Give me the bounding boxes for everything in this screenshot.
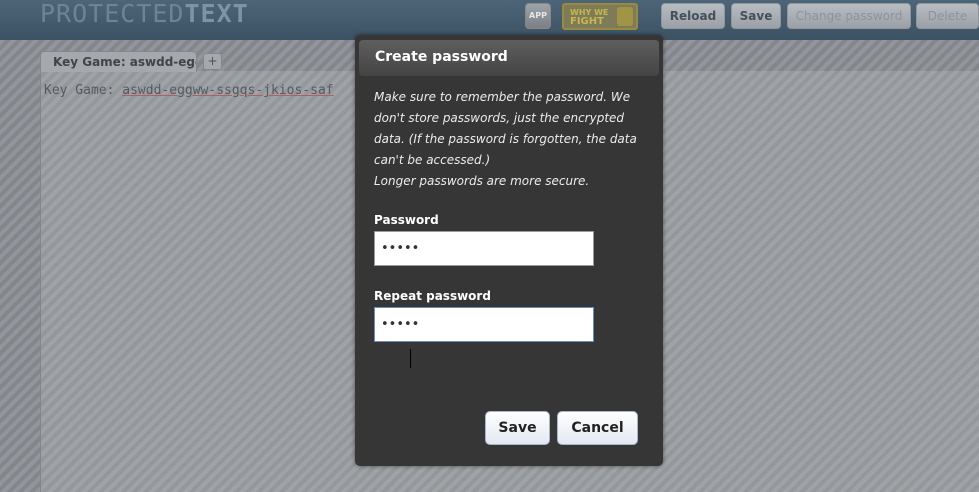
site-logo[interactable]: PROTECTEDTEXT — [40, 0, 249, 30]
repeat-password-input[interactable] — [374, 307, 594, 342]
top-toolbar: PROTECTEDTEXT APP WHY WE FIGHT Reload Sa… — [0, 0, 979, 40]
text-caret — [410, 349, 411, 368]
dialog-save-button[interactable]: Save — [485, 411, 550, 445]
password-label: Password — [374, 213, 439, 227]
logo-text-bold: TEXT — [184, 0, 249, 28]
save-button[interactable]: Save — [731, 3, 781, 29]
why-we-fight-button[interactable]: WHY WE FIGHT — [562, 3, 638, 30]
delete-button[interactable]: Delete — [916, 3, 979, 29]
change-password-button[interactable]: Change password — [787, 3, 911, 29]
dialog-cancel-button[interactable]: Cancel — [557, 411, 638, 445]
password-input[interactable] — [374, 231, 594, 266]
editor-content[interactable]: Key Game: aswdd-eggww-ssgqs-jkios-saf — [44, 83, 356, 98]
reload-button[interactable]: Reload — [661, 3, 725, 29]
notice-security-tip: Longer passwords are more secure. — [374, 174, 590, 188]
logo-text-light: PROTECTED — [40, 0, 185, 28]
repeat-password-label: Repeat password — [374, 289, 491, 303]
app-button[interactable]: APP — [525, 3, 551, 29]
notice-text: Make sure to remember the password. We d… — [374, 90, 637, 167]
create-password-dialog: Create password Make sure to remember th… — [355, 35, 663, 466]
password-notice: Make sure to remember the password. We d… — [374, 87, 646, 192]
dialog-title: Create password — [375, 49, 508, 65]
fist-icon — [617, 7, 633, 26]
app-label: APP — [529, 11, 547, 20]
dialog-header: Create password — [359, 40, 659, 76]
tab-key-game[interactable]: Key Game: aswdd-egg... — [40, 51, 197, 72]
add-tab-button[interactable]: + — [203, 53, 222, 70]
editor-key-value: aswdd-eggww-ssgqs-jkios-saf — [122, 83, 334, 98]
editor-key-label: Key Game: — [44, 83, 123, 98]
